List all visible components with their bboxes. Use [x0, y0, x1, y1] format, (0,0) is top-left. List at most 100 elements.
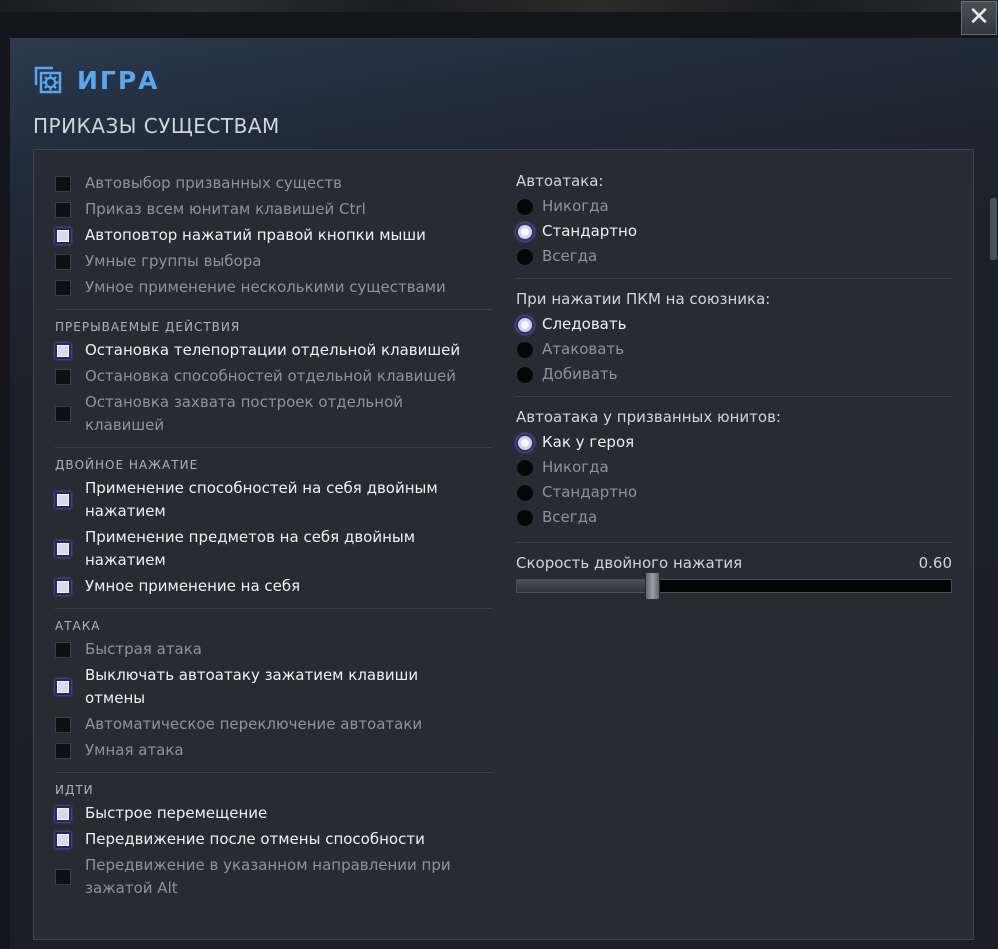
divider [516, 396, 952, 397]
checkbox[interactable] [55, 831, 71, 848]
right-column: Автоатака: Никогда Стандартно Всегда При… [516, 171, 952, 600]
game-settings-icon [33, 65, 63, 95]
checkbox-label: Остановка способностей отдельной клавише… [85, 367, 457, 385]
checkbox[interactable] [55, 342, 71, 359]
checkbox-label: Умное применение на себя [85, 577, 301, 595]
checkbox-row[interactable]: Быстрая атака [55, 638, 492, 661]
radio-button[interactable] [516, 197, 534, 216]
divider [516, 278, 952, 279]
slider-label: Скорость двойного нажатия [516, 554, 743, 572]
checkbox-row[interactable]: Передвижение после отмены способности [55, 828, 492, 851]
checkbox-row[interactable]: Умные группы выбора [55, 250, 492, 273]
group-label-move: ИДТИ [55, 783, 94, 797]
radio-button[interactable] [516, 222, 534, 241]
checkbox-row[interactable]: Остановка захвата построек отдельной кла… [55, 391, 492, 437]
radio-button[interactable] [516, 483, 534, 502]
radio-group-title: Автоатака у призванных юнитов: [516, 408, 781, 426]
checkbox[interactable] [55, 869, 71, 885]
checkbox[interactable] [55, 227, 71, 244]
section-title: ПРИКАЗЫ СУЩЕСТВАМ [33, 114, 280, 138]
scrollbar-thumb[interactable] [990, 198, 997, 260]
checkbox-row[interactable]: Применение способностей на себя двойным … [55, 477, 492, 523]
left-column: Автовыбор призванных существ Приказ всем… [55, 172, 492, 900]
checkbox-label: Автоповтор нажатий правой кнопки мыши [85, 226, 426, 244]
radio-label: Никогда [542, 197, 609, 215]
double-tap-speed-setting: Скорость двойного нажатия 0.60 [516, 553, 952, 600]
checkbox[interactable] [55, 679, 71, 695]
checkbox-label: Умные группы выбора [85, 252, 262, 270]
checkbox-row[interactable]: Выключать автоатаку зажатием клавиши отм… [55, 664, 492, 710]
radio-group-title: При нажатии ПКМ на союзника: [516, 290, 771, 308]
radio-option[interactable]: Следовать [516, 312, 952, 337]
radio-label: Как у героя [542, 433, 635, 451]
checkbox-row[interactable]: Передвижение в указанном направлении при… [55, 854, 492, 900]
checkbox-label: Применение предметов на себя двойным наж… [85, 528, 416, 569]
checkbox[interactable] [55, 641, 71, 658]
close-button[interactable]: ✕ [961, 1, 997, 35]
checkbox-row[interactable]: Умная атака [55, 739, 492, 762]
radio-button[interactable] [516, 340, 534, 359]
checkbox-row[interactable]: Остановка способностей отдельной клавише… [55, 365, 492, 388]
radio-option[interactable]: Стандартно [516, 219, 952, 244]
checkbox-row[interactable]: Умное применение несколькими существами [55, 276, 492, 299]
checkbox[interactable] [55, 175, 71, 192]
checkbox[interactable] [55, 742, 71, 759]
checkbox[interactable] [55, 578, 71, 595]
checkbox-label: Быстрая атака [85, 640, 202, 658]
checkbox-label: Автовыбор призванных существ [85, 174, 342, 192]
checkbox[interactable] [55, 716, 71, 733]
checkbox-label: Умная атака [85, 741, 184, 759]
checkbox-label: Остановка захвата построек отдельной кла… [85, 393, 404, 434]
checkbox-row[interactable]: Автоматическое переключение автоатаки [55, 713, 492, 736]
divider [55, 309, 492, 310]
checkbox[interactable] [55, 253, 71, 270]
radio-option[interactable]: Атаковать [516, 337, 952, 362]
double-tap-speed-slider[interactable] [516, 572, 952, 600]
radio-button[interactable] [516, 458, 534, 477]
checkbox-row[interactable]: Автоповтор нажатий правой кнопки мыши [55, 224, 492, 247]
radio-option[interactable]: Никогда [516, 455, 952, 480]
radio-label: Всегда [542, 508, 598, 526]
slider-value: 0.60 [918, 554, 952, 572]
checkbox[interactable] [55, 368, 71, 385]
group-label-interruptible: ПРЕРЫВАЕМЫЕ ДЕЙСТВИЯ [55, 320, 241, 334]
slider-thumb[interactable] [644, 572, 660, 600]
divider [55, 608, 492, 609]
checkbox[interactable] [55, 541, 71, 557]
checkbox-row[interactable]: Умное применение на себя [55, 575, 492, 598]
header: ИГРА [33, 64, 160, 96]
autoattack-group: Автоатака: Никогда Стандартно Всегда [516, 171, 952, 269]
checkbox-label: Передвижение в указанном направлении при… [85, 856, 451, 897]
radio-button[interactable] [516, 365, 534, 384]
checkbox-label: Выключать автоатаку зажатием клавиши отм… [85, 666, 419, 707]
checkbox-label: Автоматическое переключение автоатаки [85, 715, 423, 733]
checkbox-row[interactable]: Автовыбор призванных существ [55, 172, 492, 195]
group-label-double-tap: ДВОЙНОЕ НАЖАТИЕ [55, 458, 199, 472]
checkbox[interactable] [55, 201, 71, 218]
radio-label: Никогда [542, 458, 609, 476]
divider [55, 447, 492, 448]
checkbox-row[interactable]: Применение предметов на себя двойным наж… [55, 526, 492, 572]
radio-group-title: Автоатака: [516, 172, 604, 190]
checkbox-row[interactable]: Приказ всем юнитам клавишей Ctrl [55, 198, 492, 221]
radio-option[interactable]: Добивать [516, 362, 952, 387]
radio-option[interactable]: Как у героя [516, 430, 952, 455]
close-icon: ✕ [968, 2, 990, 32]
radio-option[interactable]: Всегда [516, 505, 952, 530]
radio-button[interactable] [516, 315, 534, 334]
radio-option[interactable]: Никогда [516, 194, 952, 219]
checkbox-row[interactable]: Остановка телепортации отдельной клавише… [55, 339, 492, 362]
checkbox[interactable] [55, 492, 71, 508]
page-title: ИГРА [77, 65, 160, 95]
radio-button[interactable] [516, 247, 534, 266]
checkbox[interactable] [55, 406, 71, 422]
radio-label: Следовать [542, 315, 627, 333]
group-label-attack: АТАКА [55, 619, 101, 633]
radio-button[interactable] [516, 433, 534, 452]
checkbox[interactable] [55, 279, 71, 296]
radio-option[interactable]: Всегда [516, 244, 952, 269]
checkbox[interactable] [55, 805, 71, 822]
checkbox-row[interactable]: Быстрое перемещение [55, 802, 492, 825]
radio-button[interactable] [516, 508, 534, 527]
radio-option[interactable]: Стандартно [516, 480, 952, 505]
